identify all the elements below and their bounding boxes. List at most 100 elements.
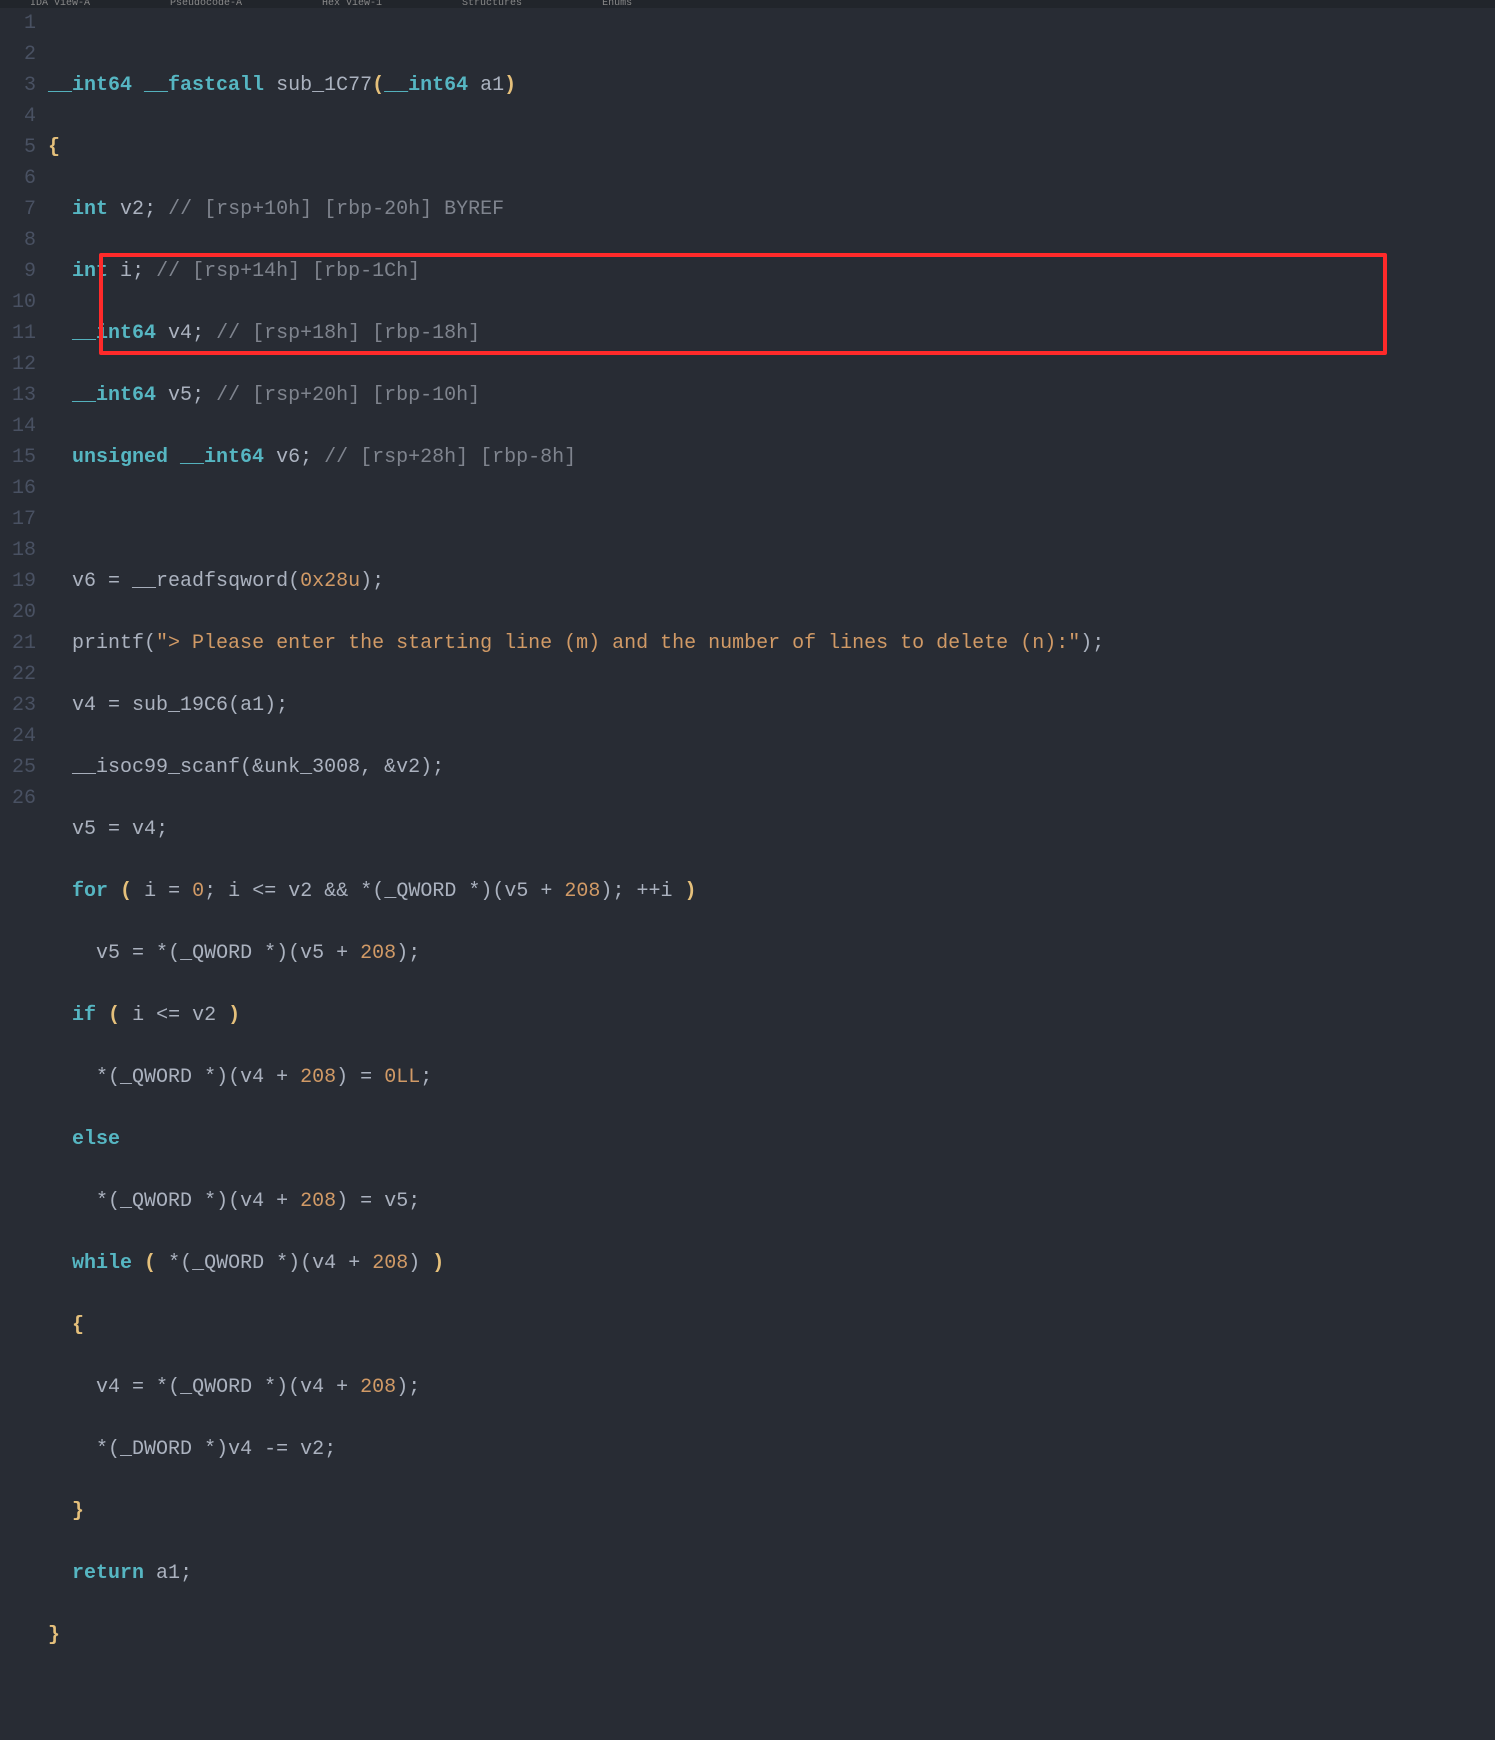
keyword-int64: __int64 bbox=[384, 74, 468, 97]
code-line[interactable]: if ( i <= v2 ) bbox=[48, 1000, 1495, 1031]
var-v6[interactable]: v6 bbox=[72, 570, 96, 593]
code-line[interactable]: else bbox=[48, 1124, 1495, 1155]
var-i[interactable]: i bbox=[144, 880, 156, 903]
type-qword: _QWORD bbox=[180, 942, 252, 965]
var-i[interactable]: i bbox=[132, 1004, 144, 1027]
keyword-int64: __int64 bbox=[180, 446, 264, 469]
line-number: 5 bbox=[0, 132, 36, 163]
code-line[interactable]: v6 = __readfsqword(0x28u); bbox=[48, 566, 1495, 597]
sym-unk3008[interactable]: unk_3008 bbox=[264, 756, 360, 779]
line-number: 23 bbox=[0, 690, 36, 721]
keyword-int64: __int64 bbox=[72, 384, 156, 407]
var-v4[interactable]: v4 bbox=[228, 1438, 252, 1461]
call-readfsqword[interactable]: __readfsqword bbox=[132, 570, 288, 593]
code-line[interactable]: __int64 __fastcall sub_1C77(__int64 a1) bbox=[48, 70, 1495, 101]
brace-open: { bbox=[48, 136, 60, 159]
tab-pseudocode[interactable]: Pseudocode-A bbox=[170, 0, 242, 8]
literal-0x28u: 0x28u bbox=[300, 570, 360, 593]
line-number: 25 bbox=[0, 752, 36, 783]
line-number: 9 bbox=[0, 256, 36, 287]
keyword-return: return bbox=[72, 1562, 144, 1585]
keyword-for: for bbox=[72, 880, 108, 903]
var-v5[interactable]: v5 bbox=[384, 1190, 408, 1213]
keyword-fastcall: __fastcall bbox=[144, 74, 264, 97]
line-number: 1 bbox=[0, 8, 36, 39]
var-v2[interactable]: v2 bbox=[192, 1004, 216, 1027]
type-qword: _QWORD bbox=[384, 880, 456, 903]
code-line-blank[interactable] bbox=[48, 504, 1495, 535]
var-v5[interactable]: v5 bbox=[504, 880, 528, 903]
var-v5[interactable]: v5 bbox=[96, 942, 120, 965]
var-i[interactable]: i bbox=[120, 260, 132, 283]
code-line[interactable]: int i; // [rsp+14h] [rbp-1Ch] bbox=[48, 256, 1495, 287]
code-line[interactable]: v4 = sub_19C6(a1); bbox=[48, 690, 1495, 721]
comment: // [rsp+10h] [rbp-20h] BYREF bbox=[168, 198, 504, 221]
line-number: 20 bbox=[0, 597, 36, 628]
tab-hex-view[interactable]: Hex View-1 bbox=[322, 0, 382, 8]
var-v5[interactable]: v5 bbox=[168, 384, 192, 407]
var-v4[interactable]: v4 bbox=[240, 1066, 264, 1089]
code-line[interactable]: return a1; bbox=[48, 1558, 1495, 1589]
line-number: 10 bbox=[0, 287, 36, 318]
var-a1[interactable]: a1 bbox=[240, 694, 264, 717]
line-number: 2 bbox=[0, 39, 36, 70]
keyword-if: if bbox=[72, 1004, 96, 1027]
var-v4[interactable]: v4 bbox=[240, 1190, 264, 1213]
var-v6[interactable]: v6 bbox=[276, 446, 300, 469]
code-line[interactable]: *(_QWORD *)(v4 + 208) = v5; bbox=[48, 1186, 1495, 1217]
brace-close: } bbox=[48, 1624, 60, 1647]
var-v4[interactable]: v4 bbox=[300, 1376, 324, 1399]
comment: // [rsp+18h] [rbp-18h] bbox=[216, 322, 480, 345]
code-line[interactable]: unsigned __int64 v6; // [rsp+28h] [rbp-8… bbox=[48, 442, 1495, 473]
code-line[interactable]: { bbox=[48, 132, 1495, 163]
func-sub1c77[interactable]: sub_1C77 bbox=[276, 74, 372, 97]
var-v4[interactable]: v4 bbox=[96, 1376, 120, 1399]
type-dword: _DWORD bbox=[120, 1438, 192, 1461]
var-v4[interactable]: v4 bbox=[72, 694, 96, 717]
code-line[interactable]: v4 = *(_QWORD *)(v4 + 208); bbox=[48, 1372, 1495, 1403]
var-v5[interactable]: v5 bbox=[300, 942, 324, 965]
code-line[interactable]: *(_DWORD *)v4 -= v2; bbox=[48, 1434, 1495, 1465]
code-line[interactable]: for ( i = 0; i <= v2 && *(_QWORD *)(v5 +… bbox=[48, 876, 1495, 907]
var-i[interactable]: i bbox=[228, 880, 240, 903]
string-prompt: "> Please enter the starting line (m) an… bbox=[156, 632, 1080, 655]
code-line[interactable]: while ( *(_QWORD *)(v4 + 208) ) bbox=[48, 1248, 1495, 1279]
line-number: 14 bbox=[0, 411, 36, 442]
code-line[interactable]: __isoc99_scanf(&unk_3008, &v2); bbox=[48, 752, 1495, 783]
code-line[interactable]: } bbox=[48, 1496, 1495, 1527]
line-number: 15 bbox=[0, 442, 36, 473]
var-v2[interactable]: v2 bbox=[396, 756, 420, 779]
line-number: 17 bbox=[0, 504, 36, 535]
code-line[interactable]: { bbox=[48, 1310, 1495, 1341]
call-scanf[interactable]: __isoc99_scanf bbox=[72, 756, 240, 779]
var-v4[interactable]: v4 bbox=[168, 322, 192, 345]
code-line[interactable]: __int64 v5; // [rsp+20h] [rbp-10h] bbox=[48, 380, 1495, 411]
tab-structures[interactable]: Structures bbox=[462, 0, 522, 8]
param-a1[interactable]: a1 bbox=[480, 74, 504, 97]
tab-enums[interactable]: Enums bbox=[602, 0, 632, 8]
var-a1[interactable]: a1 bbox=[156, 1562, 180, 1585]
line-number: 7 bbox=[0, 194, 36, 225]
var-v4[interactable]: v4 bbox=[312, 1252, 336, 1275]
var-v5[interactable]: v5 bbox=[72, 818, 96, 841]
code-line[interactable]: int v2; // [rsp+10h] [rbp-20h] BYREF bbox=[48, 194, 1495, 225]
var-v2[interactable]: v2 bbox=[300, 1438, 324, 1461]
code-line[interactable]: printf("> Please enter the starting line… bbox=[48, 628, 1495, 659]
var-v2[interactable]: v2 bbox=[120, 198, 144, 221]
code-line[interactable]: v5 = v4; bbox=[48, 814, 1495, 845]
brace-open: { bbox=[72, 1314, 84, 1337]
var-v2[interactable]: v2 bbox=[288, 880, 312, 903]
var-v4[interactable]: v4 bbox=[132, 818, 156, 841]
call-printf[interactable]: printf bbox=[72, 632, 144, 655]
code-line[interactable]: } bbox=[48, 1620, 1495, 1651]
line-number: 3 bbox=[0, 70, 36, 101]
call-sub19c6[interactable]: sub_19C6 bbox=[132, 694, 228, 717]
code-line[interactable]: *(_QWORD *)(v4 + 208) = 0LL; bbox=[48, 1062, 1495, 1093]
code-line[interactable]: __int64 v4; // [rsp+18h] [rbp-18h] bbox=[48, 318, 1495, 349]
code-area[interactable]: __int64 __fastcall sub_1C77(__int64 a1) … bbox=[44, 8, 1495, 870]
keyword-int64: __int64 bbox=[72, 322, 156, 345]
line-number: 24 bbox=[0, 721, 36, 752]
tab-ida-view[interactable]: IDA View-A bbox=[30, 0, 90, 8]
comment: // [rsp+14h] [rbp-1Ch] bbox=[156, 260, 420, 283]
code-line[interactable]: v5 = *(_QWORD *)(v5 + 208); bbox=[48, 938, 1495, 969]
